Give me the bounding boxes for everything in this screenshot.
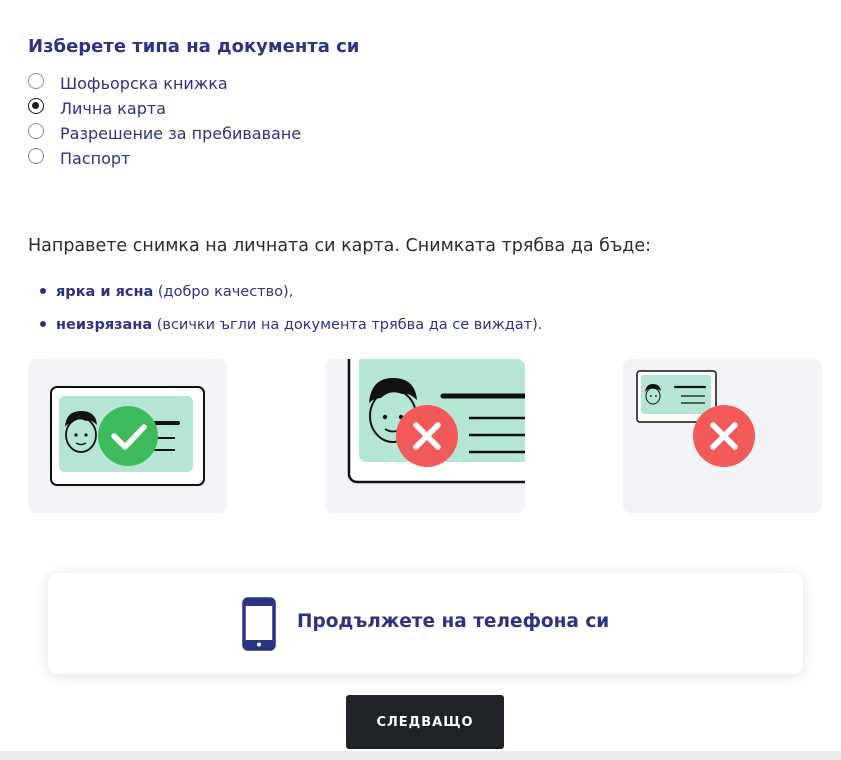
photo-instruction: Направете снимка на личната си карта. Сн…	[28, 236, 652, 256]
radio-id-card[interactable]	[28, 98, 44, 114]
requirement-bold: ярка и ясна	[56, 284, 154, 300]
face-icon	[65, 411, 97, 453]
continue-on-phone-button[interactable]: Продължете на телефона си	[48, 573, 803, 674]
radio-drivers-license[interactable]	[28, 73, 44, 89]
next-button[interactable]: СЛЕДВАЩО	[346, 695, 504, 749]
bullet-icon	[40, 321, 46, 327]
radio-label-passport[interactable]: Паспорт	[60, 149, 130, 168]
radio-label-id-card[interactable]: Лична карта	[60, 99, 166, 118]
document-type-title: Изберете типа на документа си	[28, 36, 360, 57]
continue-on-phone-label[interactable]: Продължете на телефона си	[297, 611, 609, 632]
radio-residence-permit[interactable]	[28, 123, 44, 139]
radio-label-drivers-license[interactable]: Шофьорска книжка	[60, 74, 228, 93]
radio-label-residence-permit[interactable]: Разрешение за пребиваване	[60, 124, 301, 143]
id-card-correct-illustration	[50, 386, 205, 486]
radio-passport[interactable]	[28, 148, 44, 164]
smartphone-icon	[242, 597, 276, 651]
x-icon	[396, 405, 458, 467]
requirement-bold: неизрязана	[56, 317, 153, 333]
id-card-cropped-illustration	[347, 359, 525, 484]
bullet-icon	[40, 288, 46, 294]
x-icon	[693, 405, 755, 467]
example-cropped	[325, 359, 525, 513]
id-card-too-far-illustration	[636, 370, 755, 467]
requirement-bright-clear: ярка и ясна (добро качество),	[28, 284, 293, 300]
face-icon	[645, 384, 661, 405]
requirement-detail: (всички ъгли на документа трябва да се в…	[152, 317, 543, 333]
example-too-far	[623, 359, 822, 513]
requirement-detail: (добро качество),	[153, 284, 294, 300]
example-correct	[28, 359, 227, 513]
page-footer-strip	[0, 751, 841, 760]
requirement-not-cropped: неизрязана (всички ъгли на документа тря…	[28, 317, 542, 333]
checkmark-icon	[98, 406, 158, 466]
